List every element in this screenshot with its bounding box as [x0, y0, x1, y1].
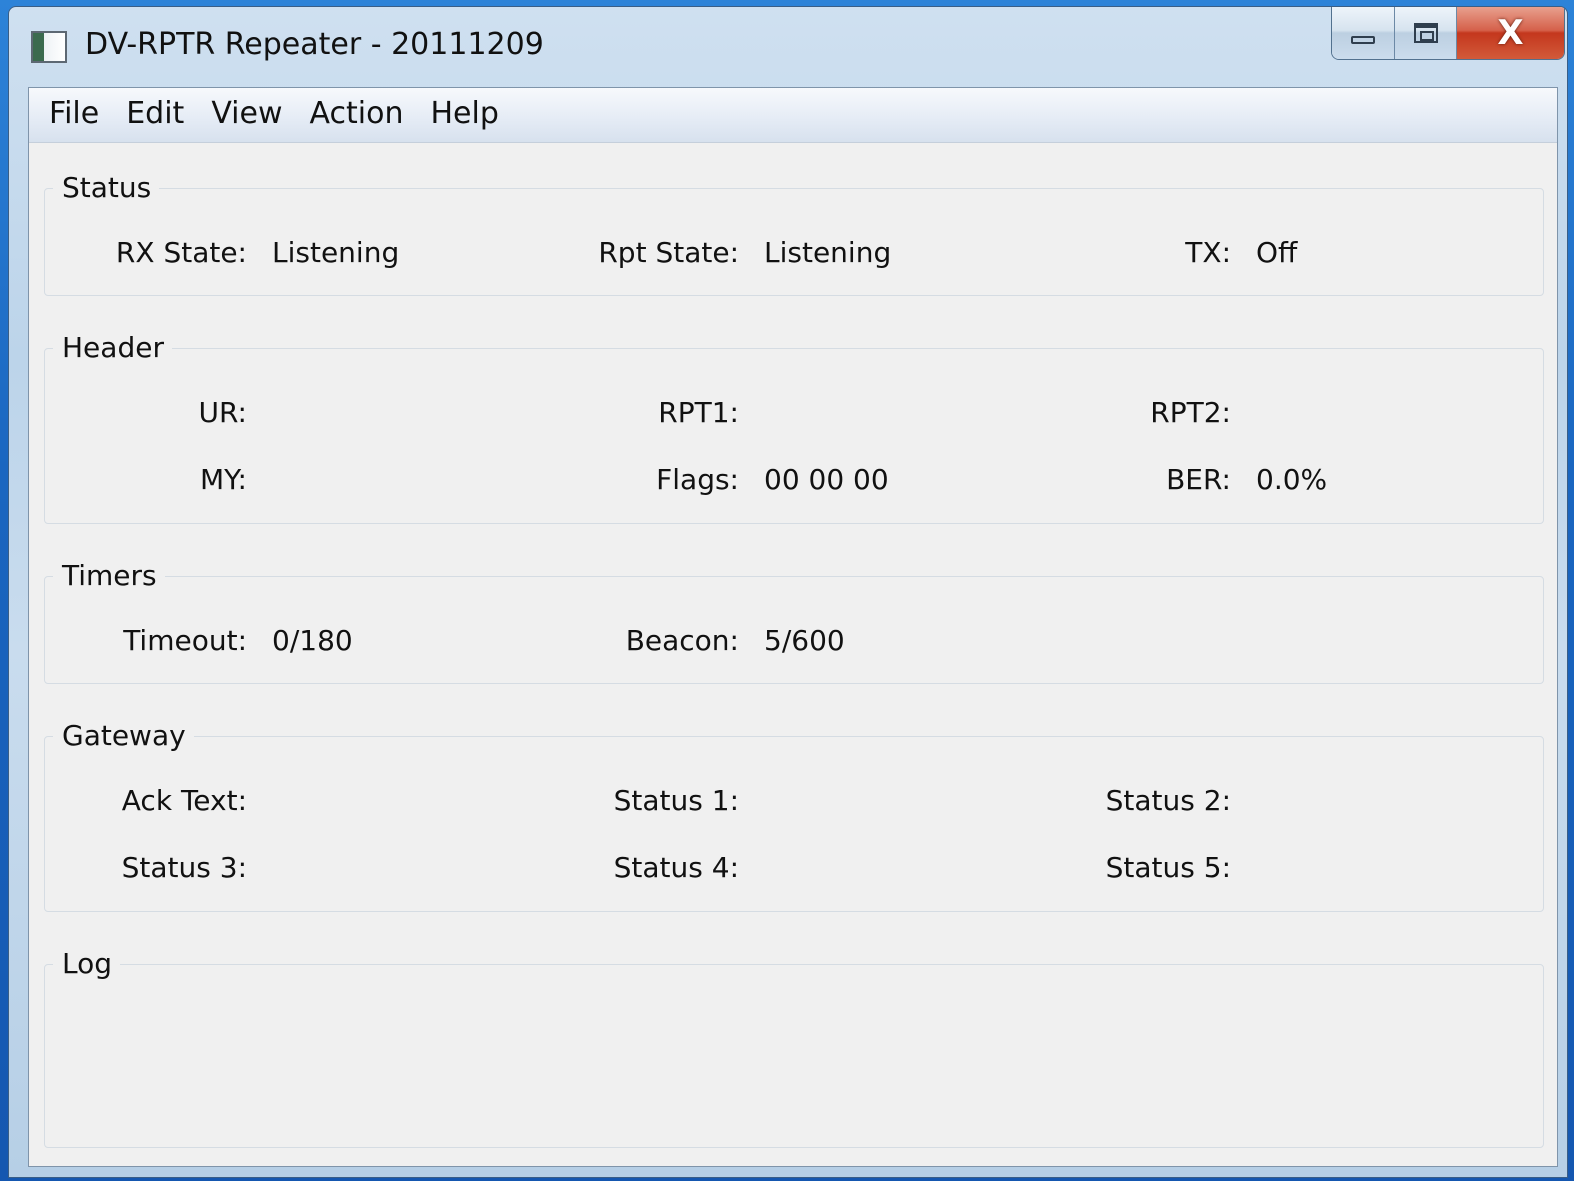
ur-label: UR:: [198, 396, 247, 429]
timeout-value: 0/180: [272, 624, 353, 657]
beacon-value: 5/600: [764, 624, 845, 657]
header-group-label: Header: [53, 328, 172, 368]
menu-action[interactable]: Action: [300, 96, 413, 135]
app-icon[interactable]: [31, 31, 67, 63]
status1-label: Status 1:: [613, 784, 739, 817]
close-button[interactable]: X: [1456, 7, 1564, 59]
header-group: Header UR: RPT1: RPT2: MY: Flags: 00 00 …: [44, 328, 1544, 524]
beacon-label: Beacon:: [625, 624, 739, 657]
menu-bar: File Edit View Action Help: [29, 88, 1557, 143]
timeout-label: Timeout:: [123, 624, 247, 657]
rpt2-label: RPT2:: [1150, 396, 1231, 429]
rx-state-value: Listening: [272, 236, 400, 269]
ber-label: BER:: [1166, 463, 1231, 496]
rpt1-label: RPT1:: [658, 396, 739, 429]
gateway-group: Gateway Ack Text: Status 1: Status 2: St…: [44, 716, 1544, 912]
timers-group-label: Timers: [53, 556, 165, 596]
maximize-icon: [1413, 23, 1438, 43]
status3-label: Status 3:: [121, 851, 247, 884]
maximize-button[interactable]: [1394, 7, 1456, 59]
tx-label: TX:: [1185, 236, 1231, 269]
menu-help[interactable]: Help: [420, 96, 507, 135]
minimize-icon: [1351, 36, 1375, 44]
menu-file[interactable]: File: [39, 96, 108, 135]
menu-view[interactable]: View: [201, 96, 291, 135]
flags-value: 00 00 00: [764, 463, 889, 496]
flags-label: Flags:: [656, 463, 739, 496]
tx-value: Off: [1256, 236, 1298, 269]
minimize-button[interactable]: [1332, 7, 1394, 59]
log-group-label: Log: [53, 944, 121, 984]
title-bar[interactable]: DV-RPTR Repeater - 20111209 X: [9, 7, 1567, 87]
menu-edit[interactable]: Edit: [116, 96, 193, 135]
ack-text-label: Ack Text:: [121, 784, 247, 817]
client-area: File Edit View Action Help Status RX Sta…: [28, 87, 1558, 1167]
timers-group: Timers Timeout: 0/180 Beacon: 5/600: [44, 556, 1544, 684]
status-group: Status RX State: Listening Rpt State: Li…: [44, 168, 1544, 296]
status2-label: Status 2:: [1105, 784, 1231, 817]
gateway-group-label: Gateway: [53, 716, 194, 756]
status-group-label: Status: [53, 168, 160, 208]
close-icon: X: [1497, 13, 1524, 53]
log-group: Log: [44, 944, 1544, 1148]
log-text-area[interactable]: [55, 995, 1533, 1137]
ber-value: 0.0%: [1256, 463, 1328, 496]
status5-label: Status 5:: [1105, 851, 1231, 884]
rx-state-label: RX State:: [115, 236, 247, 269]
rpt-state-label: Rpt State:: [598, 236, 739, 269]
status4-label: Status 4:: [613, 851, 739, 884]
my-label: MY:: [200, 463, 247, 496]
app-window: DV-RPTR Repeater - 20111209 X File Edit …: [8, 6, 1568, 1178]
caption-buttons: X: [1331, 7, 1565, 60]
window-title: DV-RPTR Repeater - 20111209: [85, 27, 544, 62]
rpt-state-value: Listening: [764, 236, 892, 269]
